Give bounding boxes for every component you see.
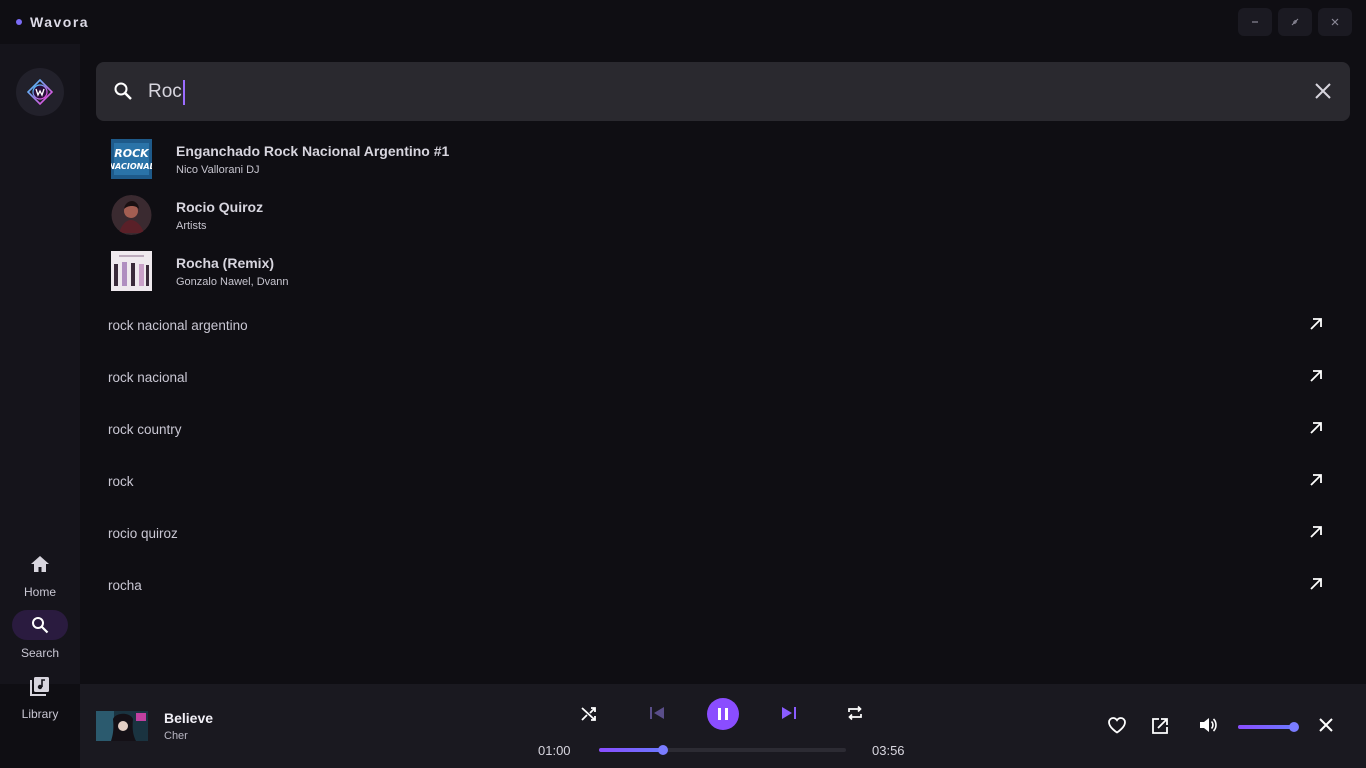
suggestion-text: rocha	[108, 577, 142, 593]
search-result-album[interactable]: ROCK NACIONAL Enganchado Rock Nacional Ar…	[111, 139, 449, 179]
skip-previous-icon	[650, 707, 664, 719]
sidebar-item-home[interactable]: Home	[0, 549, 80, 599]
svg-text:ROCK: ROCK	[114, 147, 150, 160]
progress-slider[interactable]	[599, 745, 846, 755]
progress-handle[interactable]	[658, 745, 669, 755]
player-bar: Believe Cher 01:00 03:56	[80, 684, 1366, 768]
pause-icon	[718, 708, 728, 720]
now-playing-art[interactable]	[96, 711, 148, 741]
close-icon	[1319, 718, 1333, 732]
arrow-up-right-icon[interactable]	[1308, 316, 1324, 332]
result-title: Rocio Quiroz	[176, 198, 264, 215]
next-button[interactable]	[780, 704, 798, 722]
result-title: Enganchado Rock Nacional Argentino #1	[176, 142, 450, 159]
sidebar-item-label: Home	[23, 585, 56, 599]
repeat-icon	[848, 705, 862, 721]
library-icon-wrap	[12, 671, 68, 701]
arrow-up-right-icon[interactable]	[1308, 576, 1324, 592]
main-content: Roc ROCK NACIONAL Enganchado Rock Naciona…	[80, 44, 1366, 684]
suggestion-item[interactable]: rocha	[96, 563, 1350, 607]
close-player-button[interactable]	[1318, 717, 1334, 733]
suggestion-item[interactable]: rock country	[96, 407, 1350, 451]
repeat-button[interactable]	[846, 704, 864, 722]
suggestion-item[interactable]: rocio quiroz	[96, 511, 1350, 555]
suggestion-item[interactable]: rock nacional argentino	[96, 303, 1350, 347]
home-icon	[31, 556, 49, 572]
shuffle-button[interactable]	[580, 704, 598, 724]
restore-button[interactable]	[1278, 8, 1312, 36]
result-subtitle: Artists	[176, 219, 207, 232]
result-subtitle: Gonzalo Nawel, Dvann	[176, 275, 289, 288]
song-art	[111, 251, 152, 291]
arrow-up-right-icon[interactable]	[1308, 472, 1324, 488]
library-icon	[30, 677, 49, 696]
volume-fill	[1238, 725, 1294, 729]
arrow-up-right-icon[interactable]	[1308, 420, 1324, 436]
now-playing-title[interactable]: Believe	[164, 710, 213, 726]
artist-avatar	[111, 195, 152, 235]
volume-handle[interactable]	[1288, 722, 1299, 732]
arrow-up-right-icon[interactable]	[1308, 524, 1324, 540]
volume-icon	[1200, 718, 1217, 732]
home-icon-wrap	[12, 549, 68, 579]
volume-slider[interactable]	[1238, 722, 1299, 732]
suggestion-item[interactable]: rock nacional	[96, 355, 1350, 399]
svg-text:NACIONAL: NACIONAL	[111, 162, 152, 171]
previous-button[interactable]	[648, 704, 666, 722]
minimize-icon	[1252, 21, 1258, 23]
heart-icon	[1108, 717, 1126, 734]
like-button[interactable]	[1107, 716, 1127, 734]
search-input[interactable]: Roc	[96, 62, 1350, 121]
sidebar-item-library[interactable]: Library	[0, 671, 80, 721]
sidebar: Home Search Library	[0, 44, 80, 721]
suggestion-item[interactable]: rock	[96, 459, 1350, 503]
suggestion-text: rock nacional argentino	[108, 317, 248, 333]
result-title: Rocha (Remix)	[176, 254, 275, 271]
sidebar-item-label: Search	[20, 646, 60, 660]
suggestion-text: rock	[108, 473, 134, 489]
restore-icon	[1291, 18, 1299, 26]
search-icon-wrap	[12, 610, 68, 640]
search-result-artist[interactable]: Rocio Quiroz Artists	[111, 195, 263, 235]
album-art: ROCK NACIONAL	[111, 139, 152, 179]
search-value[interactable]: Roc	[148, 79, 185, 105]
suggestion-text: rocio quiroz	[108, 525, 178, 541]
clear-search-icon[interactable]	[1314, 82, 1332, 100]
shuffle-icon	[581, 707, 596, 721]
open-external-icon	[1152, 718, 1168, 734]
search-icon	[114, 82, 132, 100]
arrow-up-right-icon[interactable]	[1308, 368, 1324, 384]
result-subtitle: Nico Vallorani DJ	[176, 163, 260, 176]
duration-time: 03:56	[872, 743, 905, 758]
logo-icon	[27, 79, 53, 105]
close-window-button[interactable]	[1318, 8, 1352, 36]
now-playing-artist[interactable]: Cher	[164, 730, 188, 742]
text-caret	[182, 79, 185, 105]
app-logo[interactable]	[16, 68, 64, 116]
sidebar-item-search[interactable]: Search	[0, 610, 80, 660]
sidebar-item-label: Library	[21, 707, 59, 721]
suggestion-text: rock country	[108, 421, 182, 437]
skip-next-icon	[782, 707, 796, 719]
pause-button[interactable]	[707, 698, 739, 730]
close-icon	[1331, 18, 1339, 26]
app-title: Wavora	[30, 14, 90, 30]
suggestion-text: rock nacional	[108, 369, 188, 385]
title-bar: Wavora	[0, 0, 1366, 44]
minimize-button[interactable]	[1238, 8, 1272, 36]
app-dot-icon	[16, 19, 22, 25]
volume-button[interactable]	[1198, 716, 1218, 734]
open-external-button[interactable]	[1150, 716, 1170, 736]
search-icon	[32, 617, 49, 634]
search-query-text: Roc	[148, 81, 182, 102]
search-result-song[interactable]: Rocha (Remix) Gonzalo Nawel, Dvann	[111, 251, 289, 291]
current-time: 01:00	[538, 743, 571, 758]
progress-fill	[599, 748, 664, 752]
